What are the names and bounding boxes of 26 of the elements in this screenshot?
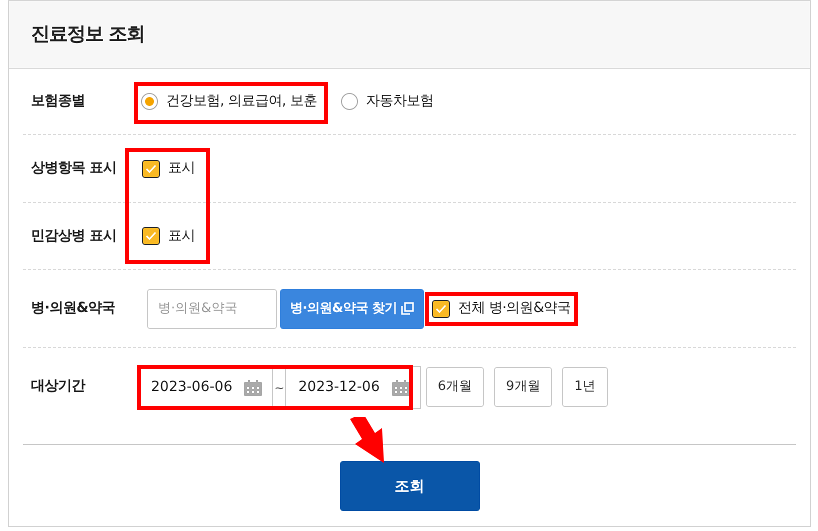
radio-button[interactable] xyxy=(340,93,358,110)
checkbox-label: 표시 xyxy=(168,159,195,178)
search-button[interactable]: 조회 xyxy=(340,461,480,511)
checkbox-label: 표시 xyxy=(168,226,195,246)
field-label: 보험종별 xyxy=(31,92,86,111)
period-button[interactable]: 1년 xyxy=(562,367,608,407)
find-hospital-button[interactable]: 병·의원&약국 찾기 xyxy=(280,288,424,328)
radio-label: 건강보험, 의료급여, 보훈 xyxy=(166,92,317,111)
checkbox[interactable] xyxy=(142,227,160,245)
check-icon xyxy=(145,164,157,174)
check-icon xyxy=(145,231,157,241)
radio-label: 자동차보험 xyxy=(366,92,434,111)
checkbox[interactable] xyxy=(142,160,160,178)
field-label: 대상기간 xyxy=(31,377,86,396)
checkbox-label: 전체 병·의원&약국 xyxy=(458,299,571,318)
panel-title: 진료정보 조회 xyxy=(31,23,145,46)
popup-icon xyxy=(400,302,414,315)
hospital-search-field[interactable]: 병·의원&약국 xyxy=(147,288,277,328)
field-label: 민감상병 표시 xyxy=(31,226,118,246)
checkbox[interactable] xyxy=(432,300,450,318)
check-icon xyxy=(434,304,447,314)
field-label: 병·의원&약국 xyxy=(31,299,116,318)
period-button[interactable]: 9개월 xyxy=(494,367,552,407)
field-label: 상병항목 표시 xyxy=(31,159,118,178)
period-button[interactable]: 6개월 xyxy=(426,367,484,407)
radio-button[interactable] xyxy=(141,93,158,110)
